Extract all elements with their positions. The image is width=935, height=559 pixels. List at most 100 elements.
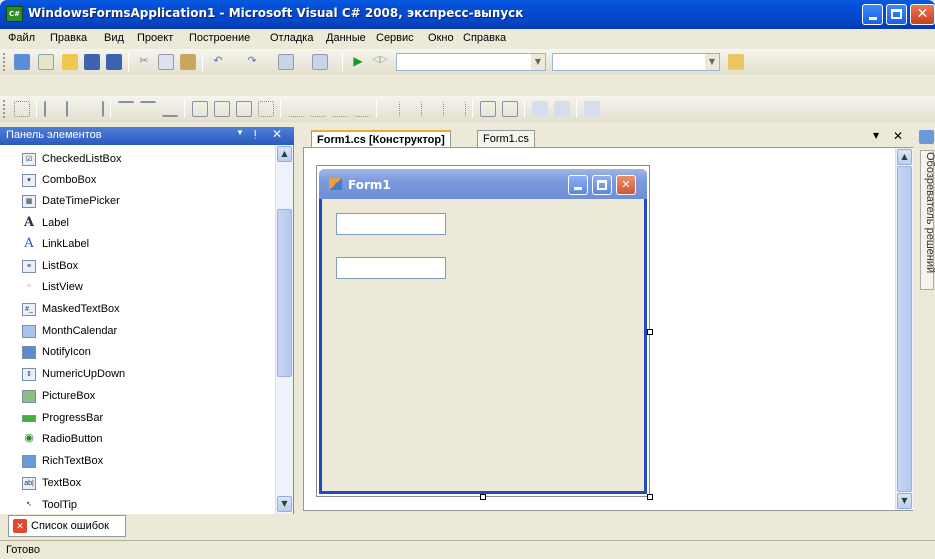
resize-handle-bottom[interactable] — [480, 494, 486, 500]
align-to-grid-icon[interactable] — [14, 101, 30, 117]
form-close-button[interactable]: ✕ — [616, 175, 636, 195]
toolbox-item[interactable]: ≡ ListBox — [0, 256, 275, 277]
undo-icon[interactable]: ↶ — [210, 54, 226, 70]
toolbox-item[interactable]: A LinkLabel — [0, 234, 275, 255]
solution-explorer-icon[interactable] — [919, 130, 934, 144]
horizontal-spacing-decrease-icon[interactable] — [332, 101, 348, 117]
form-maximize-button[interactable] — [592, 175, 612, 195]
close-icon[interactable]: ✕ — [272, 127, 282, 141]
tab-form1-code[interactable]: Form1.cs — [477, 130, 535, 147]
form1-window[interactable]: Form1 ✕ — [319, 169, 647, 494]
step-icon[interactable]: ◁▷ — [372, 54, 388, 70]
save-all-icon[interactable] — [106, 54, 122, 70]
toolbar-grip[interactable] — [3, 53, 7, 71]
start-debugging-icon[interactable]: ▶ — [350, 54, 366, 70]
redo-icon[interactable]: ↷ — [244, 54, 260, 70]
send-to-back-icon[interactable] — [554, 101, 570, 117]
toolbox-item[interactable]: ▾ ComboBox — [0, 170, 275, 191]
toolbox-scrollbar[interactable]: ▲ ▼ — [275, 145, 293, 514]
designer-scrollbar[interactable]: ▲ ▼ — [895, 148, 913, 510]
toolbox-item[interactable]: ⇕ NumericUpDown — [0, 364, 275, 385]
textbox1[interactable] — [336, 213, 446, 235]
scroll-up-icon[interactable]: ▲ — [897, 149, 912, 165]
chevron-down-icon[interactable]: ▼ — [236, 128, 244, 137]
toolbox-item[interactable]: ▦ DateTimePicker — [0, 191, 275, 212]
close-icon[interactable]: ✕ — [893, 129, 903, 143]
size-to-grid-icon[interactable] — [258, 101, 274, 117]
minimize-button[interactable] — [862, 4, 883, 25]
platform-combo[interactable]: ▼ — [552, 53, 720, 71]
save-icon[interactable] — [84, 54, 100, 70]
toolbox-item[interactable]: A Label — [0, 213, 275, 234]
close-button[interactable]: ✕ — [910, 4, 935, 25]
horizontal-spacing-remove-icon[interactable] — [354, 101, 370, 117]
horizontal-spacing-increase-icon[interactable] — [310, 101, 326, 117]
textbox2[interactable] — [336, 257, 446, 279]
toolbox-item[interactable]: ProgressBar — [0, 408, 275, 429]
add-item-icon[interactable] — [38, 54, 54, 70]
toolbox-item[interactable]: ⁘ ListView — [0, 277, 275, 298]
chevron-down-icon[interactable]: ▼ — [873, 131, 879, 140]
menu-data[interactable]: Данные — [326, 32, 366, 44]
align-tops-icon[interactable] — [118, 101, 134, 117]
toolbox-item[interactable]: ↖ ToolTip — [0, 495, 275, 514]
menu-edit[interactable]: Правка — [50, 32, 87, 44]
make-same-size-icon[interactable] — [236, 101, 252, 117]
vertical-spacing-equal-icon[interactable] — [384, 101, 400, 117]
scroll-down-icon[interactable]: ▼ — [897, 493, 912, 509]
pin-icon[interactable]: ᴉ — [254, 127, 256, 139]
form1-title-bar[interactable]: Form1 ✕ — [319, 169, 647, 199]
menu-build[interactable]: Построение — [189, 32, 250, 44]
align-bottoms-icon[interactable] — [162, 101, 178, 117]
find-in-files-icon[interactable] — [728, 54, 744, 70]
align-rights-icon[interactable] — [88, 101, 104, 117]
new-project-icon[interactable] — [14, 54, 30, 70]
cut-icon[interactable]: ✂ — [136, 54, 152, 70]
toolbox-item[interactable]: PictureBox — [0, 386, 275, 407]
resize-handle-right[interactable] — [647, 329, 653, 335]
menu-window[interactable]: Окно — [428, 32, 454, 44]
toolbox-item[interactable]: ab| TextBox — [0, 473, 275, 494]
scroll-thumb[interactable] — [277, 209, 292, 377]
copy-icon[interactable] — [158, 54, 174, 70]
paste-icon[interactable] — [180, 54, 196, 70]
vertical-spacing-decrease-icon[interactable] — [428, 101, 444, 117]
menu-view[interactable]: Вид — [104, 32, 124, 44]
scroll-down-icon[interactable]: ▼ — [277, 496, 292, 512]
open-file-icon[interactable] — [62, 54, 78, 70]
toolbox-item[interactable]: ☑ CheckedListBox — [0, 149, 275, 170]
align-centers-icon[interactable] — [66, 101, 82, 117]
tab-order-icon[interactable] — [584, 101, 600, 117]
horizontal-spacing-equal-icon[interactable] — [288, 101, 304, 117]
center-vertically-icon[interactable] — [502, 101, 518, 117]
menu-project[interactable]: Проект — [137, 32, 173, 44]
vertical-spacing-increase-icon[interactable] — [406, 101, 422, 117]
align-middles-icon[interactable] — [140, 101, 156, 117]
error-list-tab[interactable]: ✕ Список ошибок — [8, 515, 126, 537]
toolbox-item[interactable]: NotifyIcon — [0, 342, 275, 363]
toolbar-grip[interactable] — [3, 100, 7, 118]
scroll-up-icon[interactable]: ▲ — [277, 146, 292, 162]
center-horizontally-icon[interactable] — [480, 101, 496, 117]
scroll-thumb[interactable] — [897, 166, 912, 492]
configuration-combo[interactable]: ▼ — [396, 53, 546, 71]
bring-to-front-icon[interactable] — [532, 101, 548, 117]
make-same-width-icon[interactable] — [192, 101, 208, 117]
toolbox-item[interactable]: ◉ RadioButton — [0, 429, 275, 450]
resize-handle-corner[interactable] — [647, 494, 653, 500]
toolbox-item[interactable]: RichTextBox — [0, 451, 275, 472]
tab-form1-designer[interactable]: Form1.cs [Конструктор] — [311, 130, 451, 147]
menu-tools[interactable]: Сервис — [376, 32, 414, 44]
make-same-height-icon[interactable] — [214, 101, 230, 117]
menu-file[interactable]: Файл — [8, 32, 35, 44]
menu-help[interactable]: Справка — [463, 32, 506, 44]
form-minimize-button[interactable] — [568, 175, 588, 195]
menu-debug[interactable]: Отладка — [270, 32, 313, 44]
navigate-forward-icon[interactable] — [312, 54, 328, 70]
navigate-backward-icon[interactable] — [278, 54, 294, 70]
toolbox-item[interactable]: MonthCalendar — [0, 321, 275, 342]
maximize-button[interactable] — [886, 4, 907, 25]
toolbox-item[interactable]: #_ MaskedTextBox — [0, 299, 275, 320]
vertical-spacing-remove-icon[interactable] — [450, 101, 466, 117]
align-lefts-icon[interactable] — [44, 101, 60, 117]
